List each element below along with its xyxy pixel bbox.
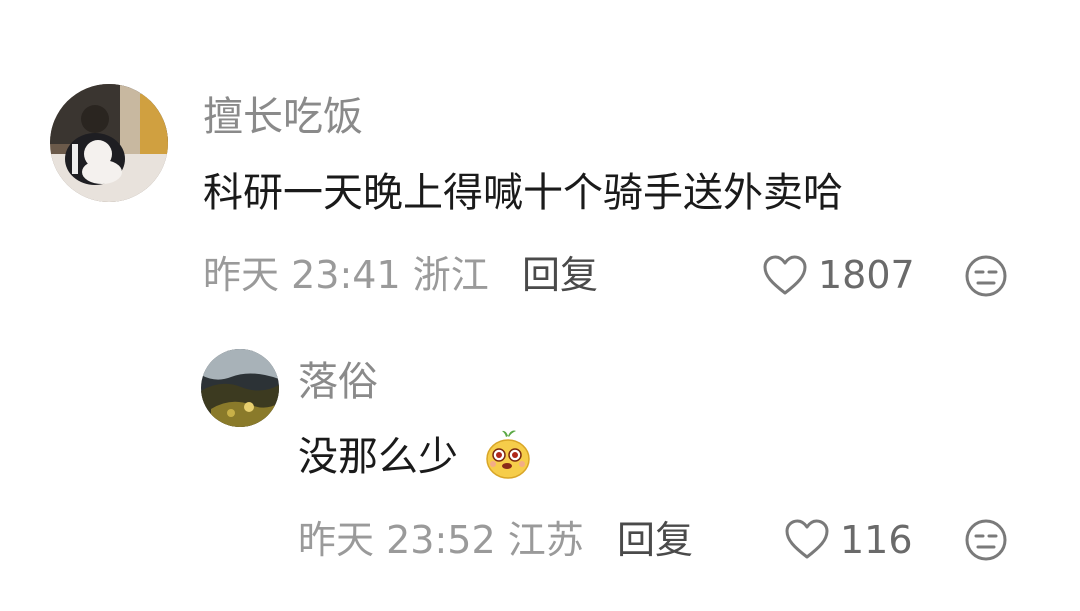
like-count: 116: [840, 518, 913, 562]
avatar[interactable]: [50, 84, 168, 202]
cute-yellow-face-emoji-icon: [484, 428, 532, 480]
comment-time: 23:52: [386, 518, 496, 562]
comment-meta: 昨天 23:52 江苏: [298, 521, 584, 559]
comment-date: 昨天: [203, 253, 280, 297]
reply-button[interactable]: 回复: [617, 521, 693, 559]
heart-icon[interactable]: [762, 254, 808, 296]
comment-location: 浙江: [412, 253, 489, 297]
comment-username[interactable]: 擅长吃饭: [203, 97, 363, 137]
comment-date: 昨天: [298, 518, 375, 562]
heart-icon[interactable]: [784, 518, 830, 560]
like-count: 1807: [818, 253, 915, 297]
meh-face-icon[interactable]: [964, 518, 1008, 562]
comment-location: 江苏: [507, 518, 584, 562]
reply-button[interactable]: 回复: [522, 256, 598, 294]
comment-text: 科研一天晚上得喊十个骑手送外卖哈: [203, 170, 843, 216]
comment-text-body: 没那么少: [298, 434, 458, 480]
avatar-photo-icon: [50, 84, 168, 202]
comment-username[interactable]: 落俗: [298, 362, 378, 402]
comment-meta: 昨天 23:41 浙江: [203, 256, 489, 294]
avatar-photo-icon: [201, 349, 279, 427]
avatar[interactable]: [201, 349, 279, 427]
comment-text: 没那么少: [298, 437, 458, 477]
meh-face-icon[interactable]: [964, 254, 1008, 298]
comment-time: 23:41: [291, 253, 401, 297]
